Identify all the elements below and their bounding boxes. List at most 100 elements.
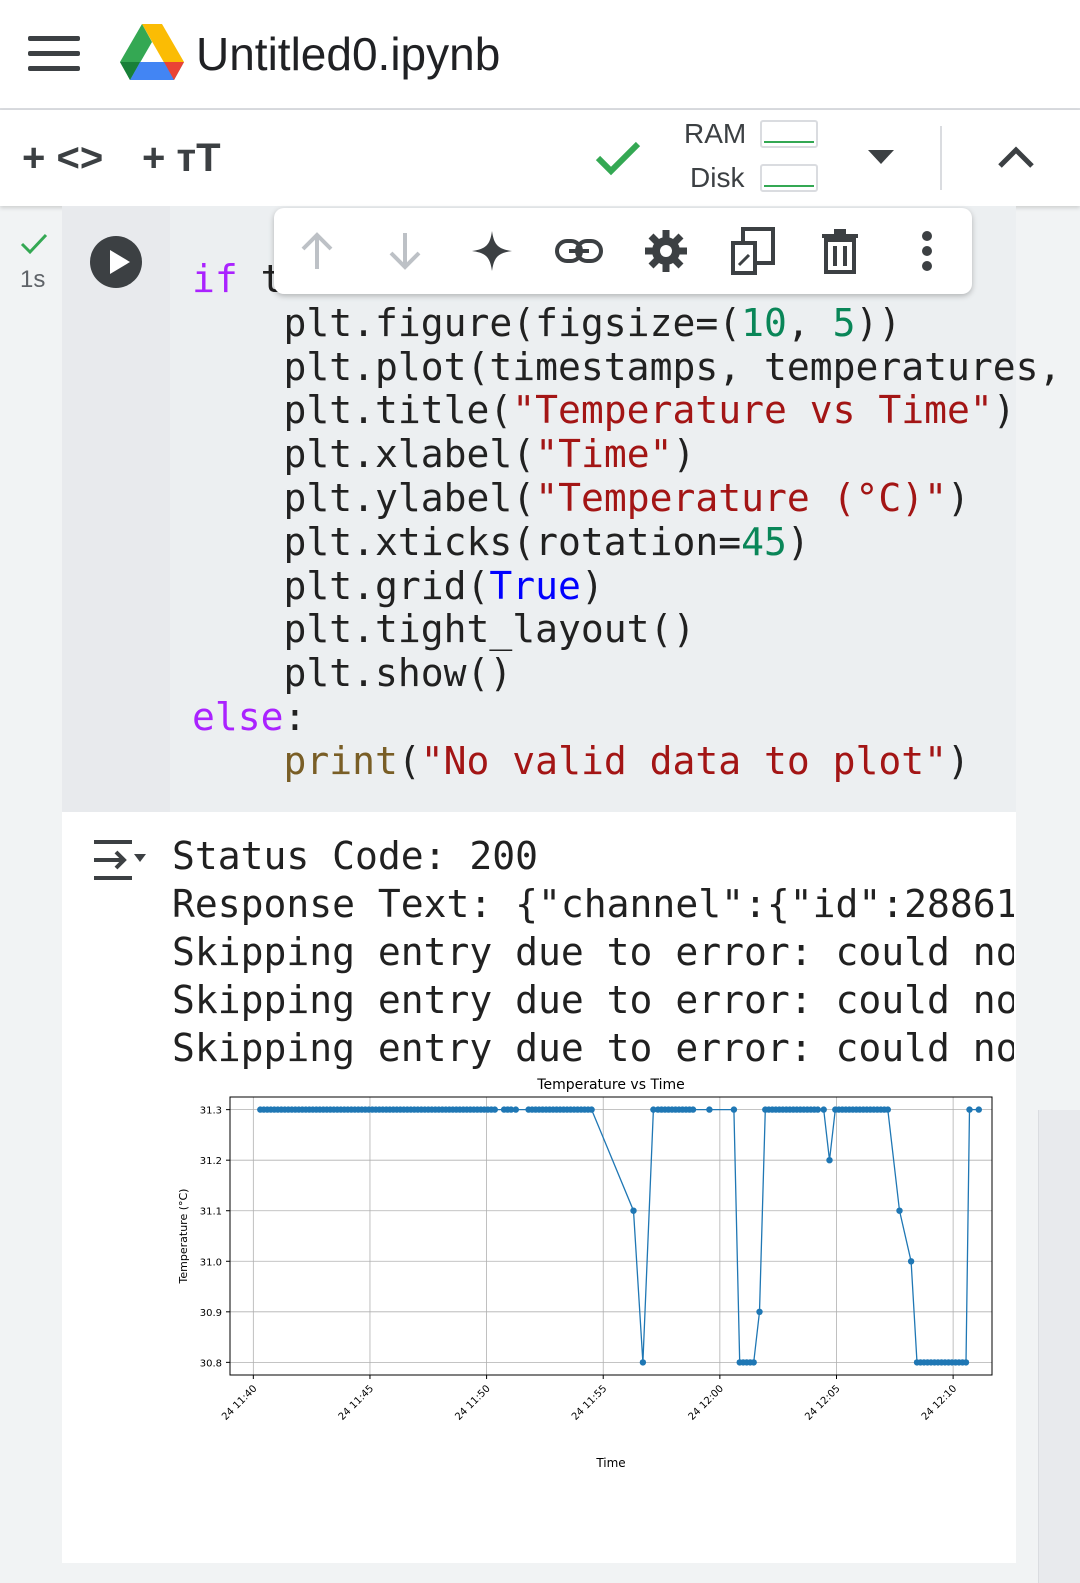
code-token: ) [786,519,810,564]
data-point [730,1106,738,1113]
y-axis-label: Temperature (°C) [177,1189,190,1285]
arrow-down-icon[interactable] [380,226,430,276]
execution-time: 1s [20,266,46,293]
google-drive-icon[interactable] [120,24,184,82]
code-line: print("No valid data to plot") [192,738,1061,784]
cell-toolbar [274,208,972,294]
x-tick-label: 24 11:45 [337,1383,376,1422]
data-point [639,1359,647,1366]
code-line: plt.title("Temperature vs Time") [192,388,1061,433]
y-tick-label: 30.8 [200,1358,222,1369]
x-tick-label: 24 12:10 [920,1383,959,1422]
temperature-chart: 24 11:40 24 11:45 24 11:50 24 11:55 24 12:00… [177,1077,993,1470]
output-line: Skipping entry due to error: could no [172,930,1014,974]
code-line: plt.show() [192,651,1061,696]
top-bar: Untitled0.ipynb [0,0,1080,110]
data-point [962,1359,970,1366]
data-point [907,1258,915,1265]
trash-icon[interactable] [815,226,865,276]
x-tick-label: 24 12:00 [687,1383,726,1422]
code-token: , [786,300,833,345]
y-tick-label: 31.1 [200,1207,222,1218]
code-line: plt.figure(figsize=(10, 5)) [192,300,1061,346]
output-line: Response Text: {"channel":{"id":28861 [172,882,1014,926]
arrow-up-icon[interactable] [292,226,342,276]
notebook-title[interactable]: Untitled0.ipynb [196,24,500,84]
x-tick-label: 24 11:55 [570,1383,609,1422]
y-tick-label: 30.9 [200,1308,222,1319]
code-token: plt.title( [283,388,513,433]
link-icon[interactable] [554,226,604,276]
code-token: ) [947,475,970,520]
output-line: Skipping entry due to error: could no [172,1026,1014,1070]
toolbar-divider [940,126,942,190]
y-tick-label: 31.2 [200,1156,222,1167]
x-tick-label: 24 11:40 [220,1383,259,1422]
check-icon [595,141,641,176]
output-actions-icon[interactable] [90,836,148,884]
code-token: plt.ylabel( [283,475,536,520]
add-text-button[interactable]: + тT [142,136,221,181]
code-token: "Time" [535,432,673,477]
run-cell-button[interactable] [90,236,142,288]
x-axis-label: Time [595,1456,625,1470]
code-line: else: [192,694,1061,740]
data-point [689,1106,697,1113]
code-token: plt.show() [283,651,513,696]
chart-title: Temperature vs Time [536,1077,684,1093]
code-line: plt.xticks(rotation=45) [192,519,1061,565]
data-point [588,1106,595,1113]
plot-area [230,1097,992,1375]
cell-gutter [62,206,170,812]
more-vert-icon[interactable] [902,226,952,276]
disk-label: Disk [690,162,745,193]
chevron-down-icon[interactable] [866,148,896,166]
data-point [975,1106,982,1113]
disk-meter[interactable] [760,164,818,192]
notebook-toolbar: + <> + тT [0,110,1080,206]
ram-label: RAM [684,118,747,149]
code-token: else [192,694,284,739]
code-token: "Temperature (°C)" [535,475,947,520]
code-token: 45 [741,519,787,564]
code-editor[interactable]: if t plt.figure(figsize=(10, 5)) plt.plo… [192,257,1062,784]
sparkle-icon[interactable] [467,226,517,276]
code-token: plt.grid( [283,563,490,608]
ram-meter[interactable] [760,120,818,148]
code-token: ) [992,388,1016,433]
data-point [630,1207,637,1214]
code-token: "No valid data to plot" [420,738,947,783]
code-line: plt.grid(True) [192,563,1061,609]
code-line: plt.plot(timestamps, temperatures, [192,344,1062,390]
code-token: "Temperature vs Time" [512,388,993,433]
hamburger-icon[interactable] [28,36,80,72]
code-token: plt.tight_layout() [283,607,696,652]
data-point [826,1157,833,1164]
code-token: plt.xticks(rotation= [283,519,742,564]
code-token: )) [855,300,902,345]
code-token: 5 [832,300,856,345]
code-token: ) [947,738,970,783]
data-point [706,1106,713,1113]
code-line: plt.xlabel("Time") [192,432,1061,477]
code-token: True [489,563,581,608]
data-point [884,1106,891,1113]
code-token: plt.plot(timestamps, temperatures, [283,344,1062,389]
code-token: 10 [741,300,787,345]
data-point [491,1106,498,1113]
code-line: plt.ylabel("Temperature (°C)") [192,475,1061,521]
mirror-cell-icon[interactable] [728,226,778,276]
gear-icon[interactable] [641,226,691,276]
data-point [814,1106,821,1113]
code-token: print [283,738,398,783]
add-code-button[interactable]: + <> [22,136,103,181]
data-point [756,1308,763,1315]
x-tick-label: 24 12:05 [803,1383,842,1422]
cell-status-check-icon [20,233,48,255]
scrollbar[interactable] [1038,1110,1080,1583]
y-tick-label: 31.0 [200,1257,222,1268]
code-token: ) [580,563,604,608]
code-token: ) [672,432,696,477]
code-line: plt.tight_layout() [192,607,1061,652]
chevron-up-icon[interactable] [996,144,1036,170]
